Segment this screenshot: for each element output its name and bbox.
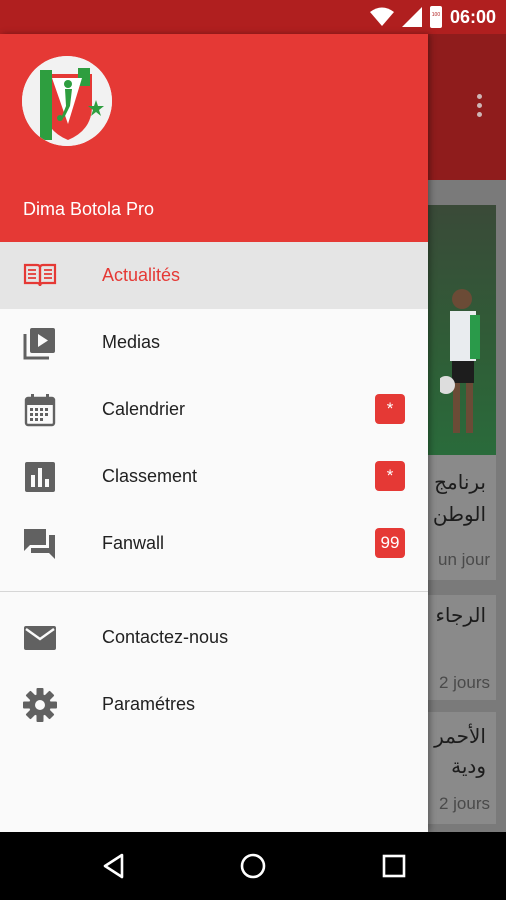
app-name: Dima Botola Pro [23,199,155,219]
recents-icon[interactable] [380,852,408,880]
back-icon[interactable] [100,852,128,880]
cellular-signal-icon [401,7,422,27]
nav-item-label: Calendrier [102,399,186,419]
calendar-icon [24,394,56,427]
newspaper-icon [23,263,57,287]
nav-item-label: Paramétres [102,694,196,714]
nav-item-medias[interactable]: Medias [0,309,428,376]
nav-item-parametres[interactable]: Paramétres [0,671,428,738]
nav-item-calendrier[interactable]: Calendrier * [0,376,428,443]
battery-level: 100 [431,12,441,18]
chat-icon [24,529,55,559]
nav-item-fanwall[interactable]: Fanwall 99 [0,510,428,577]
system-navigation-bar [0,832,506,900]
notification-badge: 99 [375,528,405,558]
status-bar: 100 06:00 [0,0,506,34]
nav-item-label: Contactez-nous [102,627,229,647]
nav-item-label: Actualités [102,265,181,285]
nav-item-classement[interactable]: Classement * [0,443,428,510]
navigation-drawer: Dima Botola Pro Actualités Medias Calend… [0,34,428,832]
drawer-header: Dima Botola Pro [0,34,428,242]
notification-badge: * [375,394,405,424]
clock: 06:00 [449,6,496,27]
drawer-scrim[interactable] [428,34,506,832]
video-library-icon [23,328,55,360]
home-icon[interactable] [239,852,267,880]
app-logo [22,56,112,146]
settings-icon [23,688,57,722]
battery-icon: 100 [429,6,442,28]
nav-item-label: Fanwall [102,533,165,553]
wifi-icon [369,7,394,26]
nav-item-label: Medias [102,332,161,352]
nav-item-contactez-nous[interactable]: Contactez-nous [0,604,428,671]
notification-badge: * [375,461,405,491]
mail-icon [24,626,56,650]
bar-chart-icon [25,462,55,492]
nav-item-label: Classement [102,466,198,486]
drawer-divider [0,591,428,592]
nav-item-actualites[interactable]: Actualités [0,242,428,309]
shield-logo-icon [22,56,112,146]
